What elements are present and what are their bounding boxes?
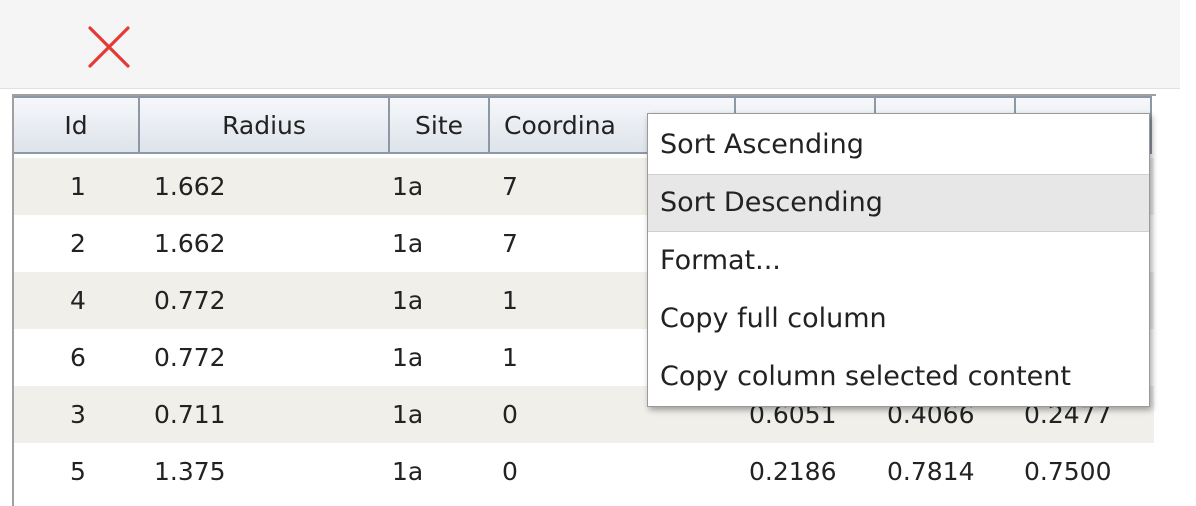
column-header-site[interactable]: Site bbox=[390, 96, 490, 154]
cell-radius: 0.772 bbox=[154, 286, 226, 315]
cell-site: 1a bbox=[392, 172, 424, 201]
cell-id: 1 bbox=[70, 172, 86, 201]
menu-item-sort-ascending[interactable]: Sort Ascending bbox=[648, 116, 1149, 174]
cell-x: 0.2186 bbox=[749, 457, 837, 486]
menu-item-copy-selected-content[interactable]: Copy column selected content bbox=[648, 348, 1149, 406]
cell-radius: 1.662 bbox=[154, 172, 226, 201]
cell-coordination: 0 bbox=[502, 400, 518, 429]
cell-id: 4 bbox=[70, 286, 86, 315]
cell-radius: 0.711 bbox=[154, 400, 226, 429]
cell-coordination: 1 bbox=[502, 286, 518, 315]
column-context-menu: Sort Ascending Sort Descending Format...… bbox=[647, 113, 1150, 407]
cell-radius: 0.772 bbox=[154, 343, 226, 372]
menu-item-copy-full-column[interactable]: Copy full column bbox=[648, 290, 1149, 348]
toolbar bbox=[0, 0, 1180, 89]
menu-item-sort-descending[interactable]: Sort Descending bbox=[648, 174, 1149, 232]
cell-radius: 1.662 bbox=[154, 229, 226, 258]
column-header-id[interactable]: Id bbox=[14, 96, 140, 154]
cell-coordination: 7 bbox=[502, 229, 518, 258]
cell-site: 1a bbox=[392, 286, 424, 315]
cell-site: 1a bbox=[392, 457, 424, 486]
cell-y: 0.7814 bbox=[887, 457, 975, 486]
cell-site: 1a bbox=[392, 229, 424, 258]
cell-id: 2 bbox=[70, 229, 86, 258]
menu-item-format[interactable]: Format... bbox=[648, 232, 1149, 290]
cell-coordination: 7 bbox=[502, 172, 518, 201]
cell-z: 0.7500 bbox=[1024, 457, 1112, 486]
cell-coordination: 1 bbox=[502, 343, 518, 372]
close-button[interactable] bbox=[86, 24, 132, 70]
close-x-icon bbox=[88, 26, 130, 68]
window: Id Radius Site Coordina 1 1.662 1a 7 2 1… bbox=[0, 0, 1196, 506]
cell-radius: 1.375 bbox=[154, 457, 226, 486]
cell-id: 3 bbox=[70, 400, 86, 429]
table-row[interactable]: 5 1.375 1a 0 0.2186 0.7814 0.7500 bbox=[14, 443, 1154, 500]
cell-id: 6 bbox=[70, 343, 86, 372]
cell-site: 1a bbox=[392, 343, 424, 372]
cell-coordination: 0 bbox=[502, 457, 518, 486]
cell-id: 5 bbox=[70, 457, 86, 486]
column-header-radius[interactable]: Radius bbox=[140, 96, 390, 154]
cell-site: 1a bbox=[392, 400, 424, 429]
